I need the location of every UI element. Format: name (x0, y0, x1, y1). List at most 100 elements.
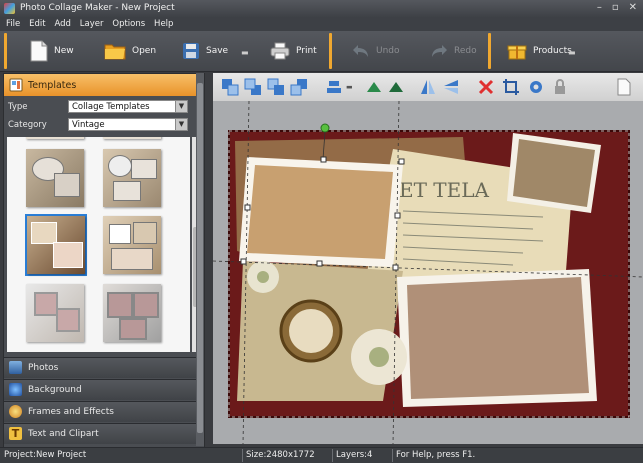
section-photos[interactable]: Photos (4, 357, 196, 378)
resize-handle[interactable] (320, 156, 327, 163)
resize-handle[interactable] (240, 258, 247, 265)
bring-to-front-icon[interactable] (221, 78, 239, 96)
products-button[interactable]: Products (507, 35, 572, 67)
status-divider (332, 449, 333, 462)
template-thumb[interactable] (103, 149, 161, 207)
section-frames-effects[interactable]: Frames and Effects (4, 401, 196, 422)
products-dropdown-icon[interactable]: ▬ (568, 48, 576, 57)
redo-button-label: Redo (454, 46, 477, 56)
section-frames-effects-label: Frames and Effects (28, 407, 114, 417)
menu-edit[interactable]: Edit (29, 17, 45, 31)
status-divider (392, 449, 393, 462)
save-dropdown-icon[interactable]: ▬ (241, 48, 249, 57)
undo-button-label: Undo (376, 46, 400, 56)
new-document-icon (30, 40, 48, 62)
align-dropdown-icon[interactable]: ▬ (346, 83, 353, 91)
template-thumb[interactable] (103, 284, 161, 342)
resize-handle[interactable] (316, 260, 323, 267)
crop-icon[interactable] (502, 78, 520, 96)
properties-document-icon[interactable] (615, 78, 633, 96)
flip-horizontal-icon[interactable] (419, 78, 437, 96)
toolbar-separator (329, 33, 332, 69)
undo-icon (353, 45, 368, 57)
redo-icon (432, 45, 447, 57)
menu-add[interactable]: Add (54, 17, 70, 31)
delete-icon[interactable] (477, 78, 495, 96)
text-clipart-icon: T (9, 427, 22, 440)
align-icon[interactable] (325, 78, 343, 96)
horses-photo (407, 277, 589, 399)
category-select[interactable]: Vintage ▼ (68, 118, 188, 131)
resize-handle[interactable] (394, 212, 401, 219)
undo-button[interactable]: Undo (352, 35, 400, 67)
menu-layer[interactable]: Layer (80, 17, 104, 31)
section-background[interactable]: Background (4, 379, 196, 400)
category-label: Category (8, 120, 47, 130)
status-help: For Help, press F1. (396, 450, 476, 460)
type-select-value: Collage Templates (72, 102, 150, 112)
status-project: Project:New Project (4, 450, 87, 460)
toolbar-separator (488, 33, 491, 69)
maximize-icon[interactable]: ▫ (612, 2, 619, 13)
compass-face (289, 309, 333, 353)
resize-handle[interactable] (392, 264, 399, 271)
lock-icon[interactable] (551, 78, 569, 96)
category-select-value: Vintage (72, 120, 105, 130)
templates-icon (9, 78, 23, 92)
template-thumb[interactable] (26, 137, 84, 139)
new-button[interactable]: New (30, 35, 74, 67)
menu-help[interactable]: Help (154, 17, 173, 31)
editor-toolbar: ▬ (213, 73, 643, 102)
menu-bar: File Edit Add Layer Options Help (0, 17, 643, 31)
couple-photo (247, 165, 393, 259)
template-thumb[interactable] (103, 137, 161, 139)
chevron-down-icon[interactable]: ▼ (175, 119, 187, 130)
status-layers: Layers:4 (336, 450, 373, 460)
send-backward-icon[interactable] (267, 78, 285, 96)
resize-handle[interactable] (244, 204, 251, 211)
chevron-down-icon[interactable]: ▼ (175, 101, 187, 112)
resize-handle[interactable] (398, 158, 405, 165)
gear-icon[interactable] (527, 78, 545, 96)
rotate-handle[interactable] (320, 123, 330, 133)
rotate-right-icon[interactable] (387, 78, 405, 96)
print-button-label: Print (296, 46, 317, 56)
close-icon[interactable]: ✕ (629, 2, 637, 13)
canvas-area[interactable]: ET TELA (212, 100, 643, 445)
templates-header[interactable]: Templates (4, 74, 196, 96)
save-button[interactable]: Save (182, 35, 228, 67)
postcard-text: ET TELA (399, 178, 490, 202)
section-text-clipart-label: Text and Clipart (28, 429, 99, 439)
type-row: Type Collage Templates ▼ (4, 99, 196, 115)
template-thumb[interactable] (103, 216, 161, 274)
printer-icon (270, 42, 290, 60)
minimize-icon[interactable]: – (597, 2, 602, 13)
type-select[interactable]: Collage Templates ▼ (68, 100, 188, 113)
template-thumb-selected[interactable] (27, 216, 85, 274)
photos-icon (9, 361, 22, 374)
rotate-left-icon[interactable] (365, 78, 383, 96)
house-photo (513, 139, 595, 207)
background-icon (9, 383, 22, 396)
menu-options[interactable]: Options (112, 17, 145, 31)
open-button-label: Open (132, 46, 157, 56)
redo-button[interactable]: Redo (430, 35, 477, 67)
title-bar: Photo Collage Maker - New Project – ▫ ✕ (0, 0, 643, 18)
menu-file[interactable]: File (6, 17, 20, 31)
open-button[interactable]: Open (104, 35, 156, 67)
collage-canvas[interactable]: ET TELA (212, 100, 643, 445)
products-button-label: Products (533, 46, 572, 56)
status-size: Size:2480x1772 (246, 450, 315, 460)
send-to-back-icon[interactable] (290, 78, 308, 96)
panel-splitter-handle[interactable] (197, 83, 203, 433)
section-text-clipart[interactable]: T Text and Clipart (4, 423, 196, 444)
save-button-label: Save (206, 46, 229, 56)
flip-vertical-icon[interactable] (442, 78, 460, 96)
bring-forward-icon[interactable] (244, 78, 262, 96)
main-toolbar: New Open Save ▬ Print Undo Redo Products… (0, 31, 643, 72)
print-button[interactable]: Print (270, 35, 317, 67)
panel-splitter[interactable] (196, 73, 204, 446)
template-thumb[interactable] (26, 149, 84, 207)
template-thumb[interactable] (26, 284, 84, 342)
section-photos-label: Photos (28, 363, 59, 373)
